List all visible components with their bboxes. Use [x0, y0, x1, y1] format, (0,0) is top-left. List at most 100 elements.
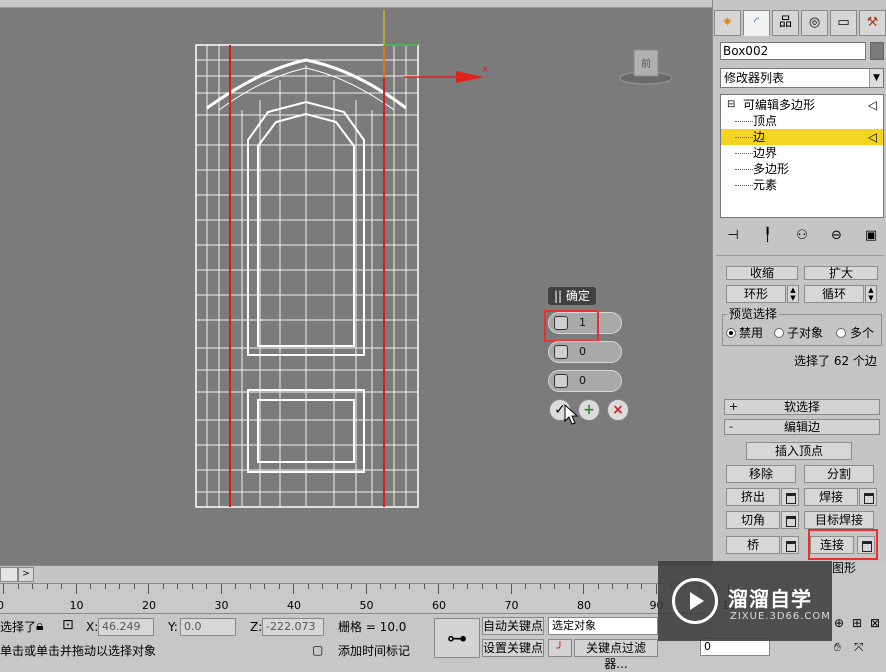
viewport-nav-controls: ⊕ ⊞ ⊠ ✋︎ ⤧: [832, 610, 886, 660]
configure-modifier-sets-icon[interactable]: ▣: [860, 226, 882, 246]
zoom-all-icon[interactable]: ⊞: [852, 616, 862, 630]
time-slider[interactable]: >: [0, 565, 712, 583]
modify-tab-arc-icon[interactable]: ◜: [743, 10, 770, 36]
ruler-tick-label: 20: [142, 599, 156, 612]
preview-disable-radio[interactable]: [726, 328, 736, 338]
auto-key-button[interactable]: 自动关键点: [482, 617, 544, 635]
chamfer-button[interactable]: 切角: [726, 511, 780, 529]
key-tangent-icon[interactable]: ╯: [548, 639, 572, 657]
shrink-button[interactable]: 收缩: [726, 266, 798, 280]
target-weld-button[interactable]: 目标焊接: [804, 511, 874, 529]
extrude-settings-icon[interactable]: [781, 488, 799, 506]
caddy-pinch-field[interactable]: 0: [548, 341, 622, 363]
insert-vertex-button[interactable]: 插入顶点: [746, 442, 852, 460]
set-key-button[interactable]: 设置关键点: [482, 639, 544, 657]
weld-settings-icon[interactable]: [859, 488, 877, 506]
ruler-minor-tick: [307, 584, 309, 589]
show-end-result-icon[interactable]: ╿: [757, 226, 779, 246]
ruler-minor-tick: [554, 584, 555, 589]
lock-selection-icon[interactable]: 🔒︎: [36, 619, 43, 633]
split-button[interactable]: 分割: [804, 465, 874, 483]
weld-button[interactable]: 焊接: [804, 488, 858, 506]
stack-item-polygon[interactable]: 多边形: [721, 161, 883, 177]
ring-button[interactable]: 环形: [726, 285, 786, 303]
perspective-viewport[interactable]: x 前 || 确定 1 0 0 ✓ + ×: [0, 0, 712, 565]
modifier-list-dropdown[interactable]: 修改器列表 ▼: [720, 68, 884, 88]
key-filters-button[interactable]: 关键点过滤器...: [574, 639, 658, 671]
stack-item-border[interactable]: 边界: [721, 145, 883, 161]
create-tab-sun-icon[interactable]: ✷: [714, 10, 741, 36]
loop-button[interactable]: 循环: [804, 285, 864, 303]
zoom-extents-icon[interactable]: ⊕: [834, 616, 844, 630]
extrude-button[interactable]: 挤出: [726, 488, 780, 506]
preview-multi-radio[interactable]: [836, 328, 846, 338]
ruler-minor-tick: [467, 584, 468, 589]
selection-count-label: 选择了: [0, 620, 37, 634]
add-time-tag-icon[interactable]: ▢: [312, 643, 323, 657]
stack-item-vertex[interactable]: 顶点: [721, 113, 883, 129]
stack-item-element[interactable]: 元素: [721, 177, 883, 193]
orbit-icon[interactable]: ⤧: [854, 640, 864, 654]
loop-spinner[interactable]: ▲ ▼: [865, 285, 877, 303]
segments-highlight-box: [544, 310, 599, 342]
utilities-tab-hammer-icon[interactable]: ⚒: [859, 10, 886, 36]
remove-button[interactable]: 移除: [726, 465, 796, 483]
z-coordinate-field[interactable]: -222.073: [262, 618, 324, 636]
soft-selection-rollout-header[interactable]: + 软选择: [724, 399, 880, 415]
caddy-ok-title[interactable]: || 确定: [548, 287, 596, 305]
ruler-minor-tick: [612, 584, 613, 589]
maximize-viewport-icon[interactable]: ⊠: [870, 616, 880, 630]
selected-objects-dropdown[interactable]: 选定对象: [548, 617, 658, 635]
ruler-major-tick: [438, 584, 439, 594]
ruler-minor-tick: [394, 584, 396, 589]
ruler-minor-tick: [162, 584, 164, 589]
motion-tab-icon[interactable]: ◎: [801, 10, 828, 36]
grow-button[interactable]: 扩大: [804, 266, 878, 280]
door-wireframe[interactable]: x 前: [0, 0, 712, 565]
x-coordinate-field[interactable]: 46.249: [98, 618, 154, 636]
y-coordinate-field[interactable]: 0.0: [180, 618, 236, 636]
ruler-minor-tick: [336, 584, 338, 589]
key-mode-icon[interactable]: ⊶: [434, 618, 480, 658]
object-color-swatch[interactable]: [870, 42, 884, 60]
next-frame-button[interactable]: >: [18, 567, 34, 582]
create-shape-button[interactable]: 图形: [832, 561, 856, 575]
ruler-minor-tick: [177, 584, 178, 589]
light-bulb-triangle-icon: ◁: [867, 98, 877, 112]
collapse-minus-icon[interactable]: ⊟: [727, 97, 735, 113]
pan-hand-icon[interactable]: ✋︎: [834, 640, 841, 654]
caddy-slide-field[interactable]: 0: [548, 370, 622, 392]
ruler-minor-tick: [17, 584, 19, 589]
ruler-minor-tick: [568, 584, 570, 589]
caddy-apply-plus-icon[interactable]: +: [578, 399, 600, 421]
display-tab-monitor-icon[interactable]: ▭: [830, 10, 857, 36]
modifier-stack[interactable]: ⊟ 可编辑多边形 ◁ 顶点 边 ◁ 边界 多边形 元素: [720, 94, 884, 218]
ruler-major-tick: [655, 584, 657, 594]
add-time-tag-label[interactable]: 添加时间标记: [338, 644, 410, 658]
chamfer-settings-icon[interactable]: [781, 511, 799, 529]
make-unique-icon[interactable]: ⚇: [791, 226, 813, 246]
ruler-minor-tick: [119, 584, 120, 589]
pin-stack-icon[interactable]: ⊣: [722, 226, 744, 246]
track-bar[interactable]: 010203040506070809010: [0, 583, 736, 613]
bridge-settings-icon[interactable]: [781, 536, 799, 554]
bridge-button[interactable]: 桥: [726, 536, 780, 554]
remove-modifier-icon[interactable]: ⊖: [826, 226, 848, 246]
stack-item-edge[interactable]: 边 ◁: [721, 129, 883, 145]
pinch-icon: [554, 345, 568, 359]
ring-spinner[interactable]: ▲ ▼: [787, 285, 799, 303]
time-slider-handle[interactable]: [0, 567, 18, 582]
object-name-field[interactable]: Box002: [720, 42, 866, 60]
selection-status-text: 选择了 62 个边: [794, 354, 877, 368]
preview-subobject-radio[interactable]: [774, 328, 784, 338]
ruler-minor-tick: [626, 584, 628, 589]
ruler-major-tick: [365, 584, 367, 594]
ruler-minor-tick: [641, 584, 642, 589]
absolute-transform-icon[interactable]: ⊡: [62, 618, 74, 632]
ruler-minor-tick: [539, 584, 541, 589]
caddy-cancel-x-icon[interactable]: ×: [607, 399, 629, 421]
stack-root-editable-poly[interactable]: ⊟ 可编辑多边形 ◁: [721, 97, 883, 113]
hierarchy-tab-icon[interactable]: 品: [772, 10, 799, 36]
edit-edges-rollout-header[interactable]: - 编辑边: [724, 419, 880, 435]
ruler-tick-label: 0: [0, 599, 4, 612]
